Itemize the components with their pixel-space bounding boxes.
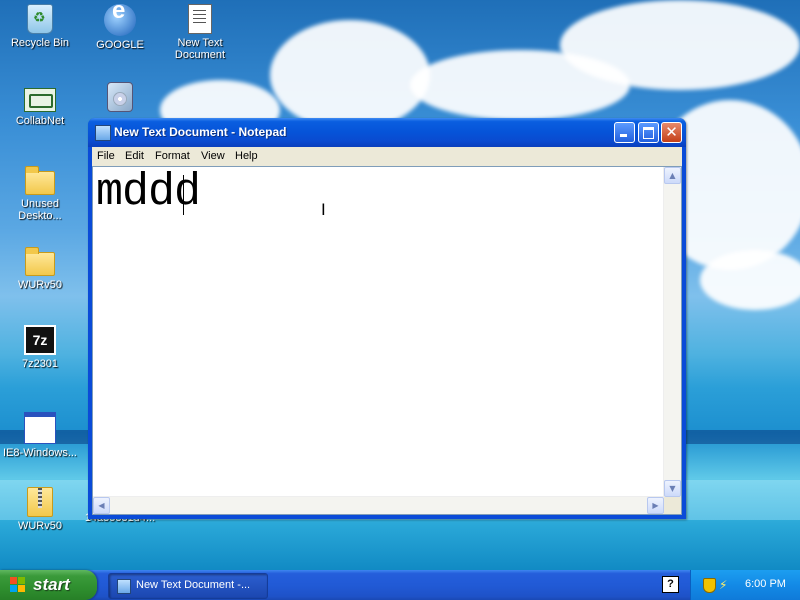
desktop-icon-ie8-windows[interactable]: IE8-Windows... — [0, 406, 80, 459]
zip-folder-icon — [27, 487, 53, 517]
security-shield-icon[interactable] — [703, 578, 716, 593]
scroll-right-button[interactable]: ▶ — [647, 497, 664, 514]
scroll-down-button[interactable]: ▼ — [664, 480, 681, 497]
desktop-icon-label: Unused Deskto... — [18, 198, 62, 222]
desktop-icon-new-text-document[interactable]: New Text Document — [160, 4, 240, 61]
desktop-icon-label: 7z2301 — [21, 358, 59, 370]
desktop-icon-label: IE8-Windows... — [3, 447, 77, 459]
network-icon[interactable]: ⚡ — [719, 578, 727, 592]
desktop-icon-label: New Text Document — [174, 37, 226, 61]
notepad-window[interactable]: New Text Document - Notepad ✕ File Edit … — [88, 118, 686, 519]
menu-help[interactable]: Help — [235, 150, 258, 162]
minimize-button[interactable] — [614, 122, 635, 143]
scroll-up-button[interactable]: ▲ — [664, 167, 681, 184]
wallpaper-cloud — [560, 0, 800, 90]
taskbar: start New Text Document -... ? ⚡ 6:00 PM — [0, 570, 800, 600]
menu-file[interactable]: File — [97, 150, 115, 162]
document-text[interactable]: mddd — [96, 169, 201, 217]
menu-bar: File Edit Format View Help — [92, 147, 682, 167]
taskbar-item-label: New Text Document -... — [136, 579, 251, 591]
desktop-icon-label: Recycle Bin — [10, 37, 70, 49]
recycle-bin-icon — [27, 4, 53, 34]
application-window-icon — [24, 412, 56, 444]
system-tray: ⚡ 6:00 PM — [690, 570, 800, 600]
minimize-icon — [615, 123, 634, 142]
title-bar[interactable]: New Text Document - Notepad ✕ — [88, 118, 686, 147]
desktop-icon-label: CollabNet — [15, 115, 65, 127]
desktop-icon-wurv50-folder[interactable]: WURv50 — [0, 244, 80, 291]
scroll-left-button[interactable]: ◀ — [93, 497, 110, 514]
notepad-icon — [117, 579, 131, 594]
window-title: New Text Document - Notepad — [114, 125, 287, 139]
menu-view[interactable]: View — [201, 150, 225, 162]
menu-format[interactable]: Format — [155, 150, 190, 162]
desktop-icon-7z2301[interactable]: 7z 7z2301 — [0, 325, 80, 370]
desktop-icon-google[interactable]: GOOGLE — [80, 4, 160, 51]
text-cursor-icon: I — [321, 200, 326, 219]
wallpaper-cloud — [270, 20, 430, 130]
collabnet-icon — [24, 88, 56, 112]
internet-explorer-icon — [104, 4, 136, 36]
desktop-icon-recycle-bin[interactable]: Recycle Bin — [0, 4, 80, 49]
scrollbar-corner — [664, 497, 681, 514]
start-button[interactable]: start — [0, 570, 97, 600]
windows-logo-icon — [10, 577, 26, 593]
desktop-icon-label: GOOGLE — [96, 39, 144, 51]
wallpaper-cloud — [700, 250, 800, 310]
close-icon: ✕ — [665, 123, 678, 141]
folder-icon — [25, 166, 55, 195]
desktop-icon-unused-desktop[interactable]: Unused Deskto... — [0, 163, 80, 222]
desktop-icon-collabnet[interactable]: CollabNet — [0, 82, 80, 127]
7zip-icon: 7z — [24, 325, 56, 355]
menu-edit[interactable]: Edit — [125, 150, 144, 162]
vertical-scrollbar[interactable]: ▲ ▼ — [663, 167, 681, 497]
folder-icon — [25, 247, 55, 276]
notepad-icon — [95, 125, 111, 141]
close-button[interactable]: ✕ — [661, 122, 682, 143]
help-icon[interactable]: ? — [662, 576, 679, 593]
text-editor[interactable]: mddd I ▲ ▼ ◀ ▶ — [92, 166, 682, 515]
text-document-icon — [188, 4, 212, 34]
text-caret — [183, 175, 184, 215]
maximize-button[interactable] — [638, 122, 659, 143]
horizontal-scrollbar[interactable]: ◀ ▶ — [93, 496, 664, 514]
desktop-icon-label: WURv50 — [17, 279, 62, 291]
desktop-icon-installer[interactable] — [80, 82, 160, 115]
installer-cd-icon — [107, 82, 133, 112]
taskbar-item-notepad[interactable]: New Text Document -... — [108, 573, 268, 599]
maximize-icon — [639, 123, 658, 142]
start-label: start — [33, 575, 70, 594]
clock[interactable]: 6:00 PM — [745, 578, 786, 590]
desktop-icon-wurv50-zip[interactable]: WURv50 — [0, 487, 80, 532]
desktop-icon-label: WURv50 — [17, 520, 62, 532]
